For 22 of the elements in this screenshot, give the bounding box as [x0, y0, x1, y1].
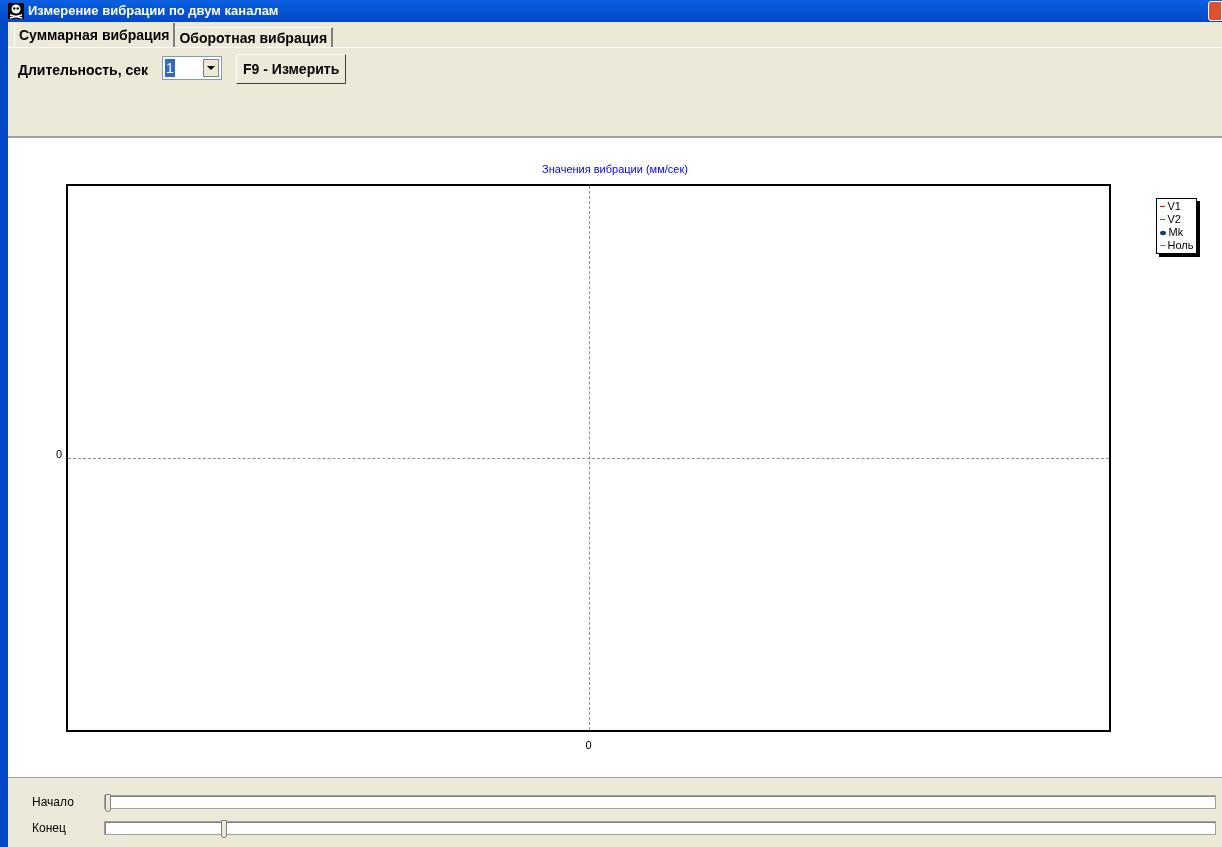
- skull-icon: [8, 3, 24, 19]
- legend-label: Mk: [1168, 225, 1184, 241]
- close-button[interactable]: [1208, 1, 1222, 21]
- slider-label: Начало: [32, 793, 75, 811]
- window-title: Измерение вибрации по двум каналам: [28, 2, 279, 21]
- tab[interactable]: Оборотная вибрация: [175, 27, 334, 47]
- slider-track[interactable]: [104, 794, 1216, 809]
- slider-track[interactable]: [104, 820, 1216, 835]
- x-tick-label: 0: [585, 739, 592, 751]
- measure-button[interactable]: F9 - Измерить: [236, 54, 347, 84]
- duration-label: Длительность, сек: [18, 61, 149, 80]
- tab[interactable]: Суммарная вибрация: [14, 23, 176, 47]
- y-tick-label: 0: [55, 447, 62, 462]
- legend-label: V2: [1167, 212, 1181, 228]
- chart-title: Значения вибрации (мм/сек): [542, 163, 688, 175]
- legend-label: V1: [1167, 199, 1181, 215]
- slider-label: Конец: [32, 819, 67, 837]
- slider-thumb[interactable]: [220, 819, 227, 838]
- caret-icon: [203, 59, 220, 77]
- slider-thumb[interactable]: [105, 793, 111, 812]
- legend-label: Ноль: [1167, 238, 1194, 254]
- duration-dropdown[interactable]: 1: [162, 56, 223, 80]
